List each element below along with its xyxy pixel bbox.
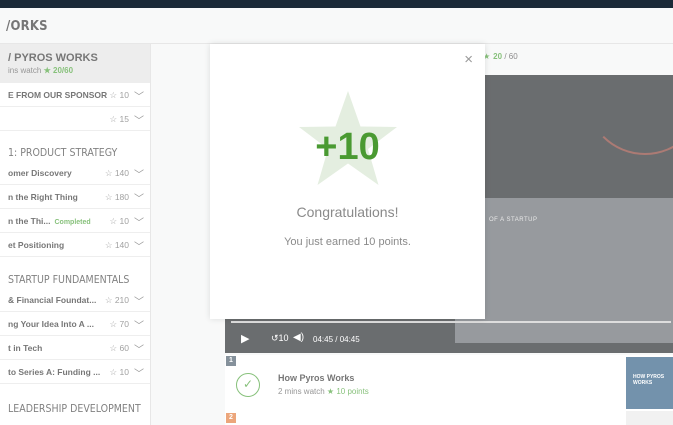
congrats-heading: Congratulations! [296, 204, 399, 220]
earned-message: You just earned 10 points. [284, 236, 411, 248]
top-accent-bar [0, 0, 673, 8]
close-icon[interactable]: × [464, 52, 473, 67]
points-modal: × +10 Congratulations! You just earned 1… [210, 44, 485, 319]
earned-points: +10 [315, 126, 380, 168]
